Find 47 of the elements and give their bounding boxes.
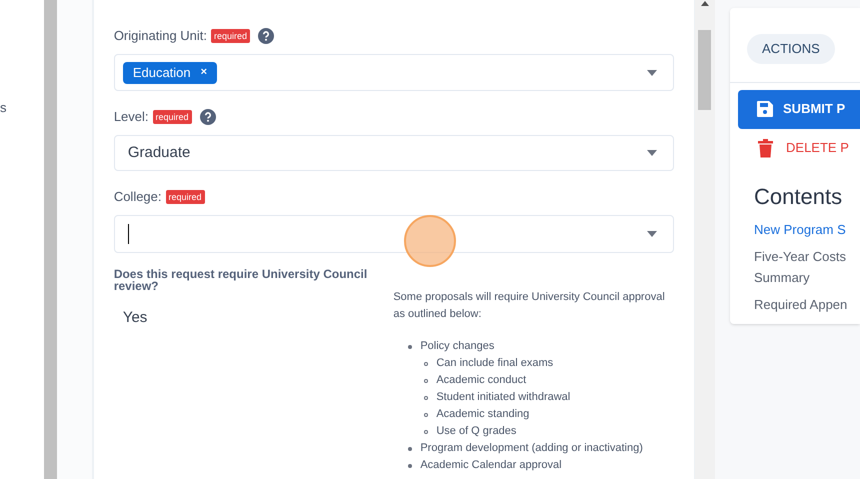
actions-tab[interactable]: ACTIONS [747, 34, 835, 64]
required-badge: required [152, 110, 192, 124]
dropdown-caret-icon[interactable] [646, 70, 657, 76]
sidebar-item[interactable]: s [0, 98, 6, 118]
field-label: Originating Unit: [114, 27, 208, 46]
help-icon[interactable] [200, 109, 216, 125]
contents-heading: Contents [754, 182, 844, 210]
list-item-text: Student initiated withdrawal [436, 390, 570, 406]
list-item-text: Use of Q grades [436, 424, 516, 440]
list-item-text: Policy changes [420, 339, 494, 354]
bullet-icon [408, 344, 412, 348]
bullet-icon [424, 362, 428, 366]
required-badge: required [166, 190, 205, 204]
search-select-field[interactable] [114, 215, 674, 253]
bullet-icon [424, 378, 428, 382]
contents-link[interactable]: Required Appen [754, 294, 858, 314]
scrollbar[interactable] [694, 0, 716, 479]
bullet-icon [424, 412, 428, 416]
dropdown-caret-icon[interactable] [646, 231, 657, 237]
required-badge: required [211, 29, 250, 43]
bullet-icon [408, 464, 412, 468]
list-item-text: Academic standing [436, 407, 530, 422]
scroll-up-icon[interactable] [700, 1, 709, 6]
list-item-text: Academic Calendar approval [420, 458, 562, 474]
select-field[interactable]: Graduate [114, 135, 674, 171]
trash-icon [758, 138, 774, 158]
field-label: College: [114, 188, 162, 206]
bullet-icon [424, 430, 428, 434]
list-item-text: Can include final exams [436, 356, 554, 372]
info-paragraph: Some proposals will require University Council approval as outlined below: [393, 290, 666, 322]
delete-button[interactable]: DELETE P [738, 128, 860, 168]
bullet-icon [408, 446, 412, 450]
bullet-icon [424, 396, 428, 400]
question-label: Does this request require University Council review? [114, 268, 368, 292]
remove-tag-button[interactable]: × [200, 64, 208, 81]
list-item-text: Academic conduct [436, 373, 526, 388]
contents-link[interactable]: New Program S [754, 218, 858, 240]
contents-link[interactable]: Five-Year Costs Summary [754, 246, 858, 288]
help-icon[interactable] [258, 28, 274, 44]
answer-text: Yes [122, 308, 148, 328]
submit-button[interactable]: SUBMIT P [738, 90, 860, 128]
tag-select-field[interactable]: Education × [114, 54, 674, 91]
dropdown-caret-icon[interactable] [646, 150, 657, 156]
list-item-text: Program development (adding or inactivating) [420, 441, 643, 456]
field-label: Level: [114, 108, 149, 126]
scrollbar-thumb[interactable] [698, 30, 712, 110]
selected-tag[interactable]: Education × [122, 62, 218, 84]
